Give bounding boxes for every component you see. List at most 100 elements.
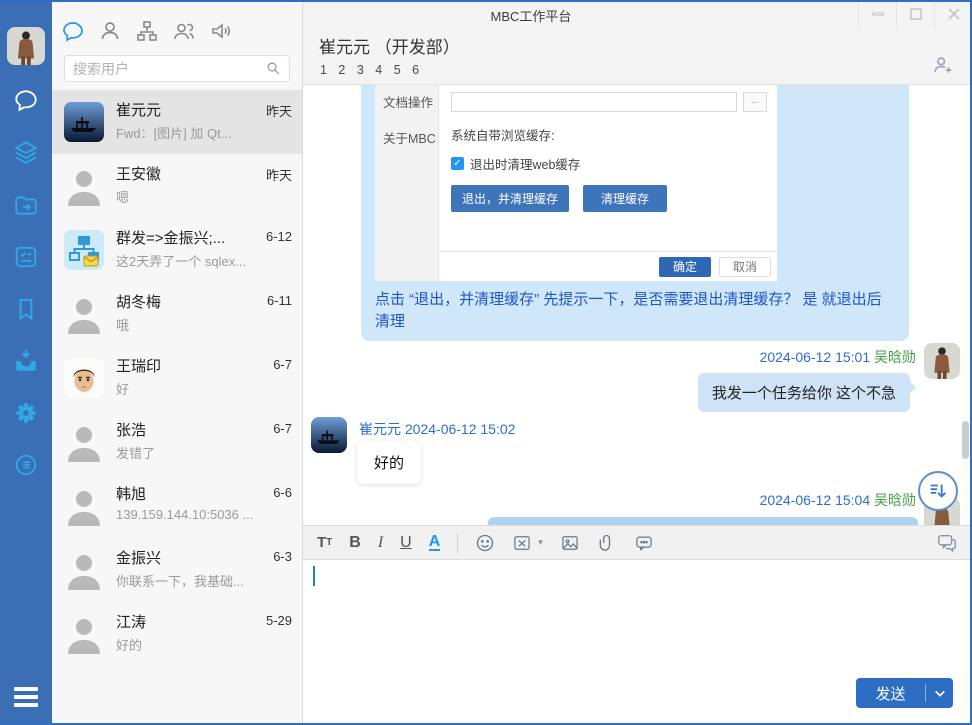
tab-chats[interactable] [60, 18, 84, 42]
image-button[interactable] [560, 533, 580, 553]
tab-contacts[interactable] [97, 18, 121, 42]
contact-name: 江涛 [116, 611, 146, 632]
sender-name: 吴晗勋 [874, 492, 916, 508]
left-rail [0, 0, 52, 725]
dialog-checkbox-label: 退出时清理web缓存 [470, 154, 580, 173]
outgoing-message-meta: 2024-06-12 15:01 吴晗勋 [760, 347, 916, 367]
font-button[interactable]: TT [317, 534, 332, 551]
window-controls [858, 0, 972, 28]
screenshot-button[interactable] [512, 533, 532, 553]
folder-transfer-icon[interactable] [13, 192, 39, 218]
incoming-message-meta: 崔元元 2024-06-12 15:02 [359, 419, 515, 439]
tab-organization[interactable] [134, 18, 158, 42]
menu-hamburger-icon[interactable] [14, 687, 38, 707]
contact-name: 群发=>金振兴;... [116, 227, 225, 248]
contact-preview: 哦 [116, 315, 129, 334]
tab-broadcast[interactable] [208, 18, 232, 42]
settings-gear-icon[interactable] [13, 400, 39, 426]
incoming-image-message: 文档操作 关于MBC ... 系统自带浏览缓存: ✓ 退出时清理web缓存 [361, 85, 909, 341]
underline-button[interactable]: U [400, 534, 412, 552]
add-member-button[interactable] [932, 54, 954, 76]
smiley-icon [475, 533, 495, 553]
default-avatar [64, 422, 104, 462]
message-viewport[interactable]: 文档操作 关于MBC ... 系统自带浏览缓存: ✓ 退出时清理web缓存 [303, 85, 972, 525]
list-item-wangruiyin[interactable]: 王瑞印 6-7 好 [52, 346, 302, 410]
emoji-button[interactable] [475, 533, 495, 553]
chat-history-icon [936, 532, 958, 554]
default-avatar [64, 614, 104, 654]
quick-reply-button[interactable] [634, 533, 654, 553]
chat-title: 崔元元 （开发部） [319, 33, 460, 58]
contact-preview: 这2天弄了一个 sqlex... [116, 251, 246, 270]
contact-preview: 发错了 [116, 443, 155, 462]
tasks-icon[interactable] [13, 244, 39, 270]
window-title: MBC工作平台 [441, 6, 621, 25]
search-input[interactable] [65, 61, 265, 77]
my-avatar-image [7, 27, 45, 65]
list-item-groupsend[interactable]: 群发=>金振兴;... 6-12 这2天弄了一个 sqlex... [52, 218, 302, 282]
speaker-icon [209, 19, 233, 43]
window-titlebar: MBC工作平台 [303, 0, 972, 28]
search-icon[interactable] [265, 60, 282, 77]
chat-history-button[interactable] [936, 532, 958, 554]
close-button[interactable] [934, 0, 972, 28]
screenshot-dropdown-caret[interactable]: ▾ [538, 537, 543, 548]
bookmark-icon[interactable] [13, 296, 39, 322]
search-box [64, 55, 290, 82]
default-avatar [64, 550, 104, 590]
scrollbar-thumb[interactable] [962, 421, 969, 459]
message-timestamp: 2024-06-12 15:04 [760, 492, 871, 508]
pagination[interactable]: 1 2 3 4 5 6 [320, 63, 423, 77]
chat-header: 崔元元 （开发部） 1 2 3 4 5 6 [303, 28, 972, 85]
maximize-button[interactable] [896, 0, 934, 28]
conversation-list: 崔元元 昨天 Fwd：[图片] 加 Qt... 王安徽 昨天 嗯 [52, 90, 302, 666]
send-button[interactable]: 发送 [856, 678, 953, 708]
my-avatar[interactable] [7, 27, 45, 65]
list-item-jiangtao[interactable]: 江涛 5-29 好的 [52, 602, 302, 666]
tab-groups[interactable] [171, 18, 195, 42]
inbox-download-icon[interactable] [13, 348, 39, 374]
contact-preview: 好 [116, 379, 129, 398]
chat-icon[interactable] [13, 87, 39, 113]
minimize-button[interactable] [858, 0, 896, 28]
dialog-cancel-button: 取消 [719, 257, 771, 277]
contact-name: 金振兴 [116, 547, 161, 568]
chat-bubble-icon [61, 19, 85, 43]
contact-avatar[interactable] [311, 417, 347, 453]
attachment-button[interactable] [597, 533, 617, 553]
message-timestamp: 2024-06-12 15:02 [405, 421, 516, 437]
feed-list-icon[interactable] [13, 452, 39, 478]
message-input-area[interactable]: 发送 [303, 560, 972, 725]
bold-button[interactable]: B [349, 534, 361, 552]
sender-avatar[interactable] [924, 343, 960, 379]
contact-date: 6-12 [266, 229, 292, 244]
dialog-main: ... 系统自带浏览缓存: ✓ 退出时清理web缓存 退出，并清理缓存 清理缓存 [439, 85, 777, 281]
font-color-button[interactable]: A [429, 534, 441, 551]
dialog-checkbox: ✓ [451, 157, 464, 170]
outgoing-message-bubble-partial [488, 517, 918, 525]
sender-name[interactable]: 崔元元 [359, 421, 401, 437]
scroll-to-bottom-button[interactable] [918, 471, 958, 511]
org-chart-icon [135, 19, 159, 43]
list-item-zhanghao[interactable]: 张浩 6-7 发错了 [52, 410, 302, 474]
default-avatar [64, 294, 104, 334]
dialog-ok-button: 确定 [659, 257, 711, 277]
paperclip-icon [597, 533, 617, 553]
list-item-cuiyuanyuan[interactable]: 崔元元 昨天 Fwd：[图片] 加 Qt... [52, 90, 302, 154]
contact-preview: 你联系一下，我基础... [116, 571, 244, 590]
list-item-hudongmei[interactable]: 胡冬梅 6-11 哦 [52, 282, 302, 346]
contact-date: 6-6 [273, 485, 292, 500]
italic-button[interactable]: I [378, 534, 383, 552]
contact-preview: 嗯 [116, 187, 129, 206]
list-item-jinzhenxing[interactable]: 金振兴 6-3 你联系一下，我基础... [52, 538, 302, 602]
send-options-caret[interactable] [926, 689, 953, 698]
list-item-wanganhui[interactable]: 王安徽 昨天 嗯 [52, 154, 302, 218]
contact-name: 崔元元 [116, 99, 161, 120]
broadcast-avatar [64, 230, 104, 270]
settings-dialog-screenshot[interactable]: 文档操作 关于MBC ... 系统自带浏览缓存: ✓ 退出时清理web缓存 [375, 85, 777, 281]
layers-icon[interactable] [13, 139, 39, 165]
dialog-sidebar-item: 关于MBC [383, 128, 438, 147]
text-cursor [313, 566, 315, 586]
incoming-message-bubble: 好的 [357, 441, 421, 484]
list-item-hanxu[interactable]: 韩旭 6-6 139.159.144.10:5036 ... [52, 474, 302, 538]
